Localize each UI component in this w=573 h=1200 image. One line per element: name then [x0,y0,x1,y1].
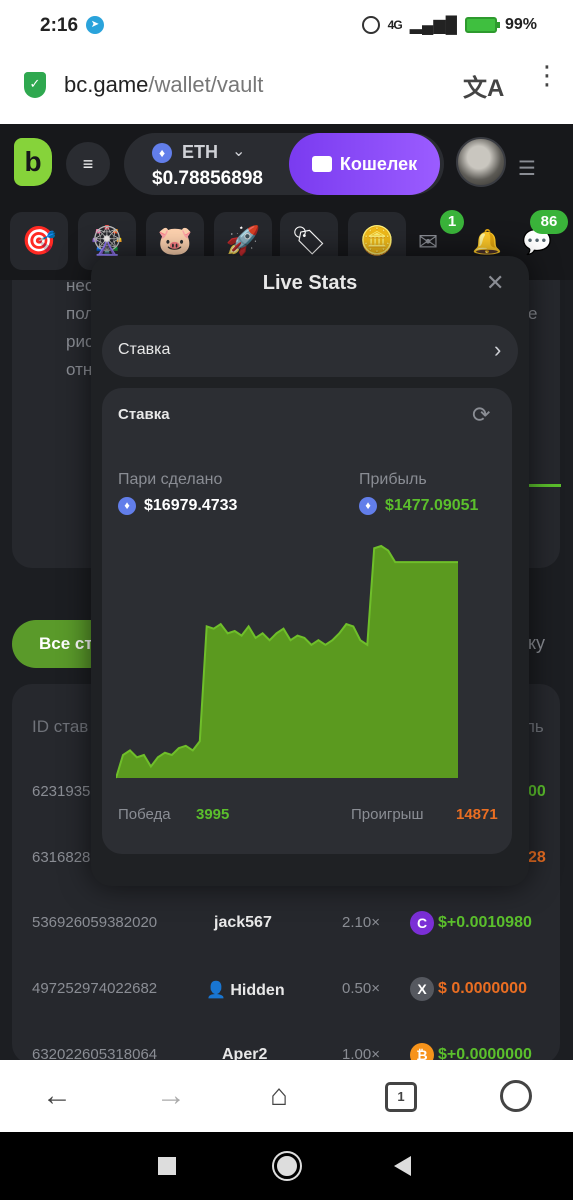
bg-text-4: отн [66,360,93,379]
hamburger-menu-button[interactable]: ≡ [66,142,110,186]
more-options-icon[interactable]: ⋮ [534,62,560,88]
stat-type-label: Ставка [118,341,171,358]
coin-icon: C [410,911,434,935]
battery-label: 99% [504,16,537,33]
live-stats-modal: Live Stats ✕ Ставка › Ставка ⟳ Пари сдел… [91,256,529,886]
target-icon[interactable]: 🎯 [10,212,68,270]
wagered-value: ♦ $16979.4733 [118,497,237,515]
wallet-button[interactable]: Кошелек [289,133,440,195]
secure-shield-icon[interactable]: ✓ [24,72,46,98]
losses-value: 14871 [456,806,498,823]
browser-bottom-nav: ← → ⌂ 1 [0,1060,573,1132]
avatar[interactable] [456,137,506,187]
wins-value: 3995 [196,806,230,823]
table-row[interactable]: 497252974022682 👤 Hidden 0.50× X $ 0.000… [0,977,573,1010]
signal-icon: ▂▄▆█ [409,17,457,34]
back-triangle-icon[interactable] [394,1156,411,1176]
table-row[interactable]: 536926059382020 jack567 2.10× C $+0.0010… [0,911,573,944]
card-title: Ставка [118,406,170,423]
wallet-icon [311,156,332,172]
close-icon[interactable]: ✕ [486,270,504,296]
chevron-down-icon: ⌄ [232,143,246,160]
url-text[interactable]: bc.game/wallet/vault [64,72,263,98]
bc-game-logo[interactable]: b [14,138,52,186]
profit-value: ♦ $1477.09051 [359,497,478,515]
bg-text-1: нес [66,276,94,295]
forward-arrow-icon[interactable]: → [156,1078,186,1114]
losses-label: Проигрыш [351,806,424,823]
wallet-button-label: Кошелек [339,153,418,174]
eth-coin-icon: ♦ [359,497,377,515]
balance-value: $0.78856898 [152,168,263,189]
mail-icon[interactable]: ✉ [418,228,438,257]
chevron-right-icon: › [494,337,502,362]
home-circle-icon[interactable] [274,1153,300,1179]
modal-title: Live Stats [262,272,358,294]
system-nav-bar [0,1132,573,1200]
refresh-icon[interactable]: ⟳ [472,402,490,428]
table-header-id: ID став [32,717,89,736]
currency-label: ETH [182,142,218,162]
chat-badge: 86 [530,210,568,234]
stat-type-select[interactable]: Ставка › [102,325,518,377]
wagered-label: Пари сделано [118,471,223,488]
translate-icon[interactable]: 文A [463,68,504,103]
bg-text-2: пол [66,304,95,323]
list-menu-icon[interactable]: ☰ [518,156,536,181]
eth-coin-icon: ♦ [152,143,172,163]
account-icon[interactable] [500,1080,532,1112]
network-label: 4G [387,18,403,32]
profit-chart [116,544,458,779]
bg-text-3: рис [66,332,94,351]
status-bar: 2:16 ➤ 4G ▂▄▆█ 99% [0,0,573,52]
battery-icon [464,17,500,33]
bell-icon[interactable]: 🔔 [472,228,502,257]
chart-area [116,546,458,778]
back-arrow-icon[interactable]: ← [42,1078,72,1114]
stats-card: Ставка ⟳ Пари сделано Прибыль ♦ $16979.47… [102,388,512,854]
profit-label: Прибыль [359,471,427,488]
browser-url-bar[interactable]: ✓ bc.game/wallet/vault 文A ⋮ [0,52,573,124]
mail-badge: 1 [440,210,464,234]
bg-text-right: е [528,304,538,323]
wins-label: Победа [118,806,171,823]
eth-coin-icon: ♦ [118,497,136,515]
tabs-button[interactable]: 1 [385,1082,417,1112]
coin-icon: X [410,977,434,1001]
home-icon[interactable]: ⌂ [270,1078,288,1114]
status-time: 2:16 [40,15,79,36]
hidden-user-icon: 👤 [206,982,226,999]
alarm-icon [361,16,380,34]
telegram-icon: ➤ [86,16,104,34]
recents-icon[interactable] [158,1157,176,1175]
